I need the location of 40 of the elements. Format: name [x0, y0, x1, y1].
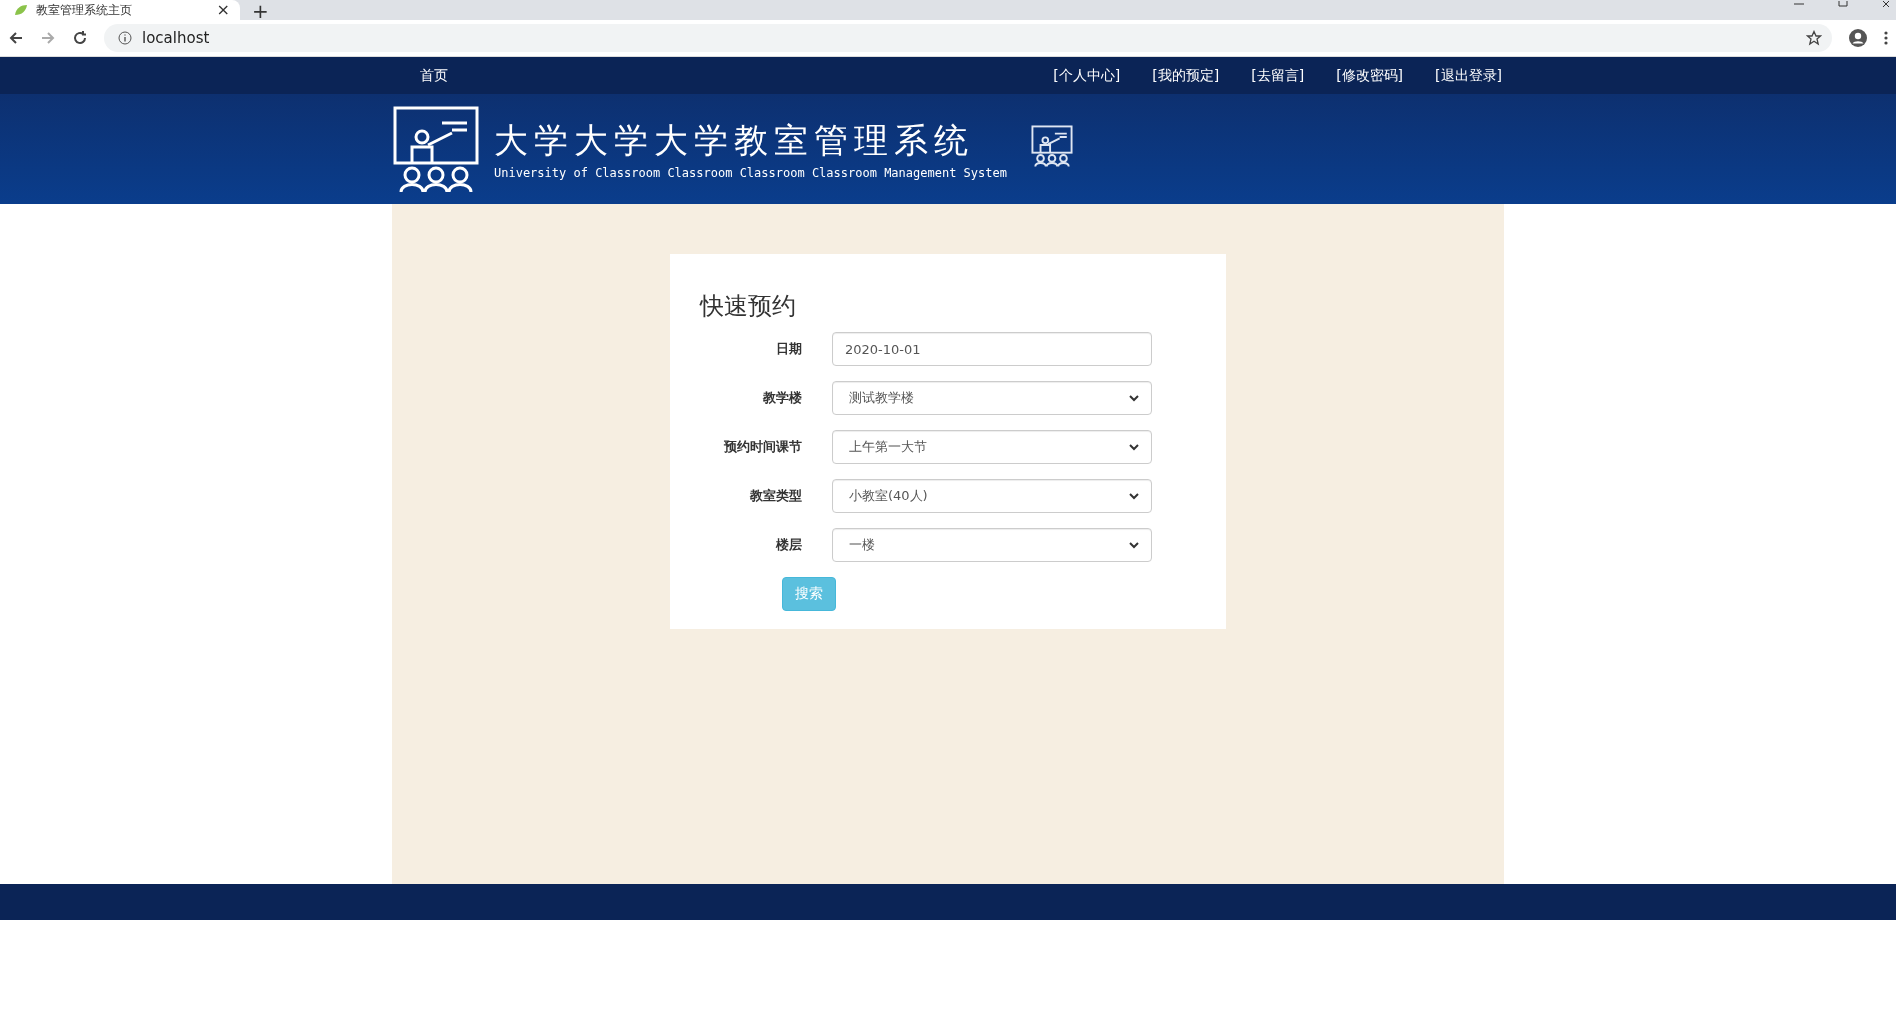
new-tab-button[interactable]: +	[252, 2, 269, 20]
teacher-classroom-icon	[392, 105, 480, 193]
chevron-down-icon	[1129, 443, 1139, 451]
back-icon[interactable]	[8, 30, 24, 46]
form-title: 快速预约	[700, 291, 797, 322]
chevron-down-icon	[1129, 394, 1139, 402]
star-icon[interactable]	[1806, 30, 1822, 46]
site-title: 大学大学大学教室管理系统	[494, 119, 975, 162]
teacher-classroom-icon	[1030, 125, 1073, 167]
field-label: 日期	[775, 340, 802, 358]
info-icon	[118, 31, 132, 45]
dropdown[interactable]: 一楼	[832, 528, 1152, 562]
nav-link[interactable]: [个人中心]	[1053, 66, 1121, 85]
close-icon[interactable]	[1882, 1, 1892, 7]
site-subtitle: University of Classroom Classroom Classroom Classroom Management System	[494, 166, 1007, 180]
field-label: 楼层	[774, 536, 802, 554]
nav-link[interactable]: [我的预定]	[1152, 66, 1220, 85]
leaf-icon	[14, 4, 28, 16]
restore-icon[interactable]	[1838, 1, 1848, 7]
reload-icon[interactable]	[72, 30, 88, 46]
field-label: 教室类型	[749, 487, 802, 505]
field-label: 预约时间课节	[723, 438, 802, 456]
dropdown[interactable]: 测试教学楼	[832, 381, 1152, 415]
address-field[interactable]: localhost	[104, 24, 1832, 52]
tab-title: 教室管理系统主页	[36, 3, 133, 17]
dropdown[interactable]: 上午第一大节	[832, 430, 1152, 464]
chevron-down-icon	[1129, 541, 1139, 549]
field-label: 教学楼	[762, 389, 802, 407]
menu-icon[interactable]	[1884, 30, 1888, 46]
dropdown[interactable]: 小教室(40人)	[832, 479, 1152, 513]
account-icon[interactable]	[1848, 28, 1868, 48]
nav-link[interactable]: [去留言]	[1251, 66, 1305, 85]
minimize-icon[interactable]	[1794, 1, 1804, 7]
home-link[interactable]: 首页	[420, 66, 448, 85]
chevron-down-icon	[1129, 492, 1139, 500]
date-field[interactable]: 2020-10-01	[832, 332, 1152, 366]
nav-link[interactable]: [退出登录]	[1435, 66, 1502, 85]
close-tab-button[interactable]: ×	[216, 3, 230, 17]
browser-tab[interactable]: 教室管理系统主页 ×	[0, 0, 240, 20]
nav-link[interactable]: [修改密码]	[1336, 66, 1404, 85]
